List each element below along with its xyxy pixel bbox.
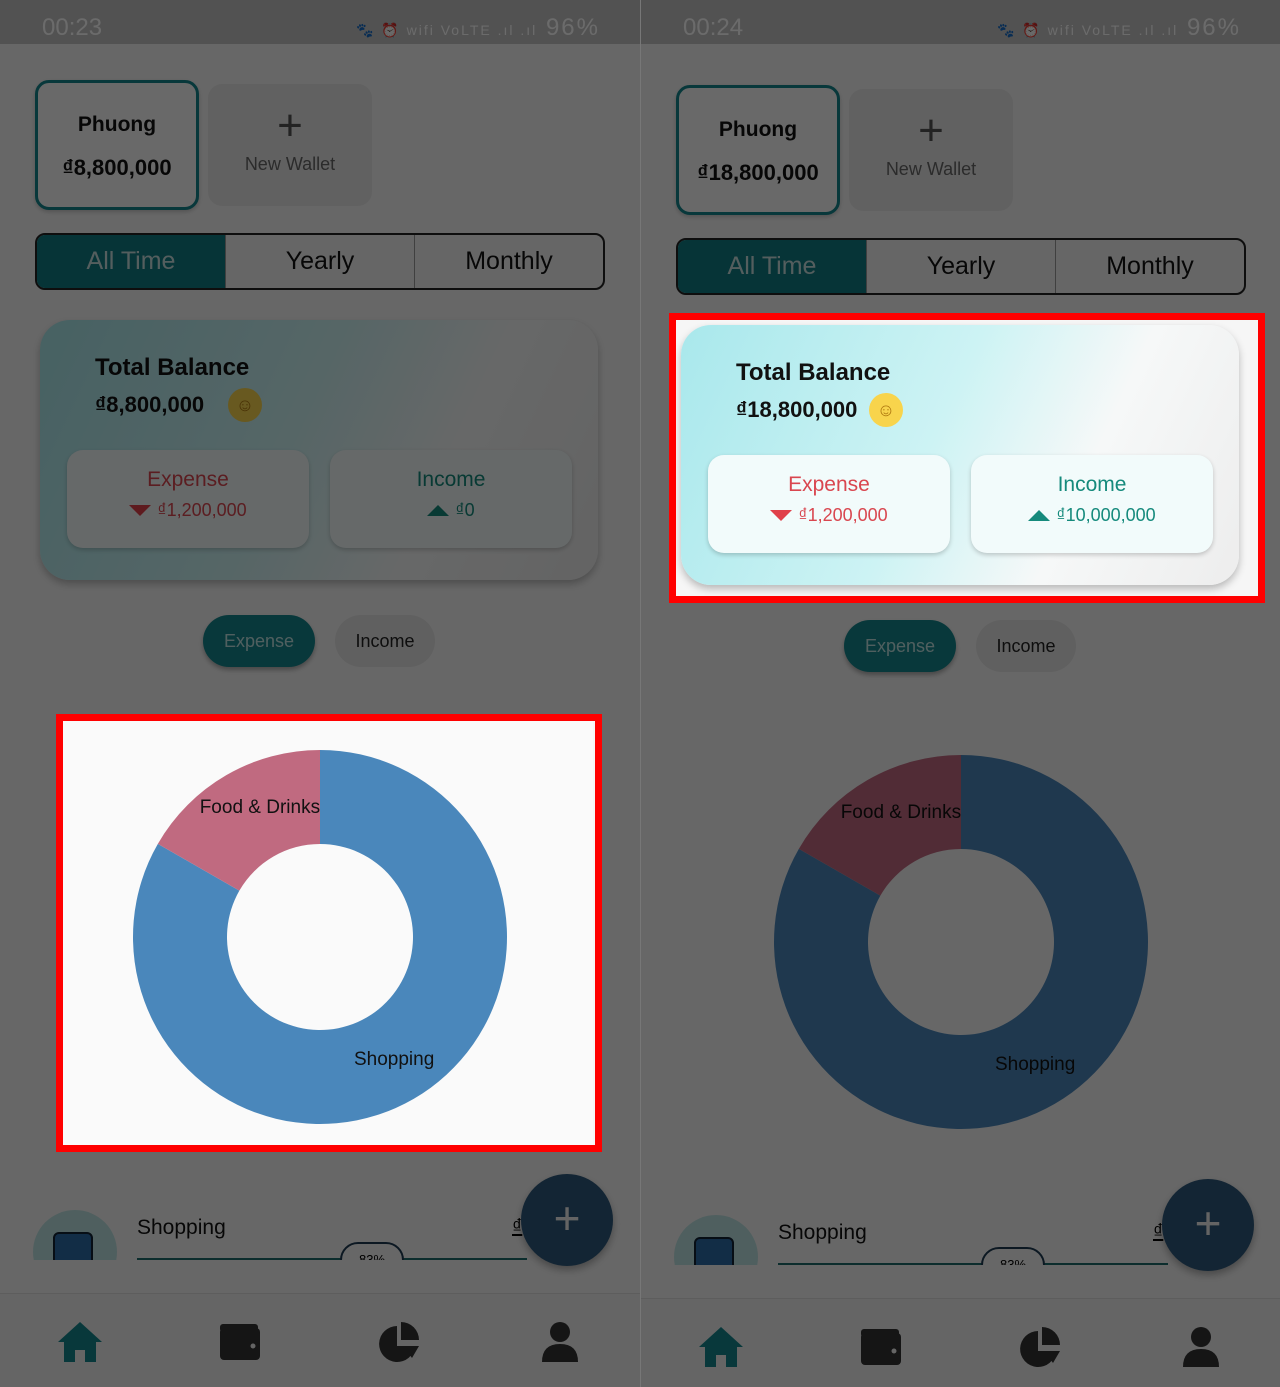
total-balance-title: Total Balance [736,359,891,386]
expense-donut-chart: Shopping Food & Drinks [60,718,596,1148]
plus-icon: + [918,106,944,155]
tab-all-time[interactable]: All Time [678,240,866,293]
total-balance-card: Total Balance ₫18,800,000 ☺ Expense ₫1,2… [681,325,1239,585]
home-icon[interactable] [56,1320,104,1364]
home-icon[interactable] [697,1325,745,1369]
wallet-name: Phuong [77,113,157,136]
up-arrow-icon [427,505,450,516]
pie-chart-icon[interactable] [376,1320,424,1364]
total-balance-amount: ₫8,800,000 [95,392,205,417]
tab-monthly[interactable]: Monthly [414,235,603,288]
total-balance-amount: ₫18,800,000 [736,397,858,422]
app-content: Phuong ₫18,800,000 + New Wallet All Time… [641,5,1280,1387]
wallet-card[interactable]: Phuong ₫18,800,000 [676,85,840,215]
income-amount: ₫10,000,000 [1056,505,1156,525]
pie-chart-icon[interactable] [1017,1325,1065,1369]
wallet-balance: ₫18,800,000 [697,160,819,185]
tab-all-time[interactable]: All Time [37,235,225,288]
shirt-icon [694,1237,734,1265]
progress-bar [137,1258,527,1260]
expense-toggle-button[interactable]: Expense [844,620,956,672]
income-label: Income [416,468,486,491]
bottom-nav [641,1298,1280,1387]
new-wallet-button[interactable]: + New Wallet [849,89,1013,211]
new-wallet-label: New Wallet [885,159,977,179]
profile-icon[interactable] [536,1320,584,1364]
tab-yearly[interactable]: Yearly [866,240,1055,293]
income-toggle-button[interactable]: Income [976,620,1076,672]
income-toggle-button[interactable]: Income [335,615,435,667]
total-balance-card: Total Balance ₫8,800,000 ☺ Expense ₫1,20… [40,320,598,580]
wallet-balance: ₫8,800,000 [62,155,172,180]
screen-after: 00:24 🐾 ⏰ wifi VoLTE .ıl .ıl 96% Phuong … [640,0,1280,1387]
category-name: Shopping [137,1216,226,1239]
wallet-icon[interactable] [216,1320,264,1364]
new-wallet-label: New Wallet [244,154,336,174]
expense-label: Expense [788,473,870,496]
tab-monthly[interactable]: Monthly [1055,240,1244,293]
income-summary[interactable]: Income ₫10,000,000 [971,455,1213,553]
down-arrow-icon [129,505,152,516]
total-balance-title: Total Balance [95,354,250,381]
add-transaction-button[interactable]: + [521,1174,613,1266]
up-arrow-icon [1028,510,1051,521]
down-arrow-icon [770,510,793,521]
bottom-nav [0,1293,640,1387]
income-summary[interactable]: Income ₫0 [330,450,572,548]
expense-label: Expense [147,468,229,491]
income-label: Income [1057,473,1127,496]
donut-label: Shopping [995,1054,1075,1075]
tab-yearly[interactable]: Yearly [225,235,414,288]
wallet-name: Phuong [718,118,798,141]
category-avatar [33,1210,117,1260]
expense-amount: ₫1,200,000 [798,505,888,525]
wallet-icon[interactable] [857,1325,905,1369]
percent-badge: 83% [981,1247,1045,1265]
expense-summary[interactable]: Expense ₫1,200,000 [67,450,309,548]
percent-badge: 83% [340,1242,404,1260]
expense-donut-chart: Shopping Food & Drinks [701,723,1237,1153]
category-name: Shopping [778,1221,867,1244]
profile-icon[interactable] [1177,1325,1225,1369]
expense-toggle-button[interactable]: Expense [203,615,315,667]
screen-before: 00:23 🐾 ⏰ wifi VoLTE .ıl .ıl 96% Phuong … [0,0,640,1387]
donut-label: Food & Drinks [841,802,961,823]
app-content: Phuong ₫8,800,000 + New Wallet All Time … [0,0,640,1387]
add-transaction-button[interactable]: + [1162,1179,1254,1271]
expense-summary[interactable]: Expense ₫1,200,000 [708,455,950,553]
expense-amount: ₫1,200,000 [157,500,247,520]
category-avatar [674,1215,758,1265]
smile-emoji-icon: ☺ [228,388,262,422]
period-selector: All Time Yearly Monthly [676,238,1246,295]
shirt-icon [53,1232,93,1260]
plus-icon: + [277,101,303,150]
period-selector: All Time Yearly Monthly [35,233,605,290]
donut-label: Shopping [354,1049,434,1070]
progress-bar [778,1263,1168,1265]
new-wallet-button[interactable]: + New Wallet [208,84,372,206]
income-amount: ₫0 [455,500,475,520]
wallet-card[interactable]: Phuong ₫8,800,000 [35,80,199,210]
donut-label: Food & Drinks [200,797,320,818]
smile-emoji-icon: ☺ [869,393,903,427]
